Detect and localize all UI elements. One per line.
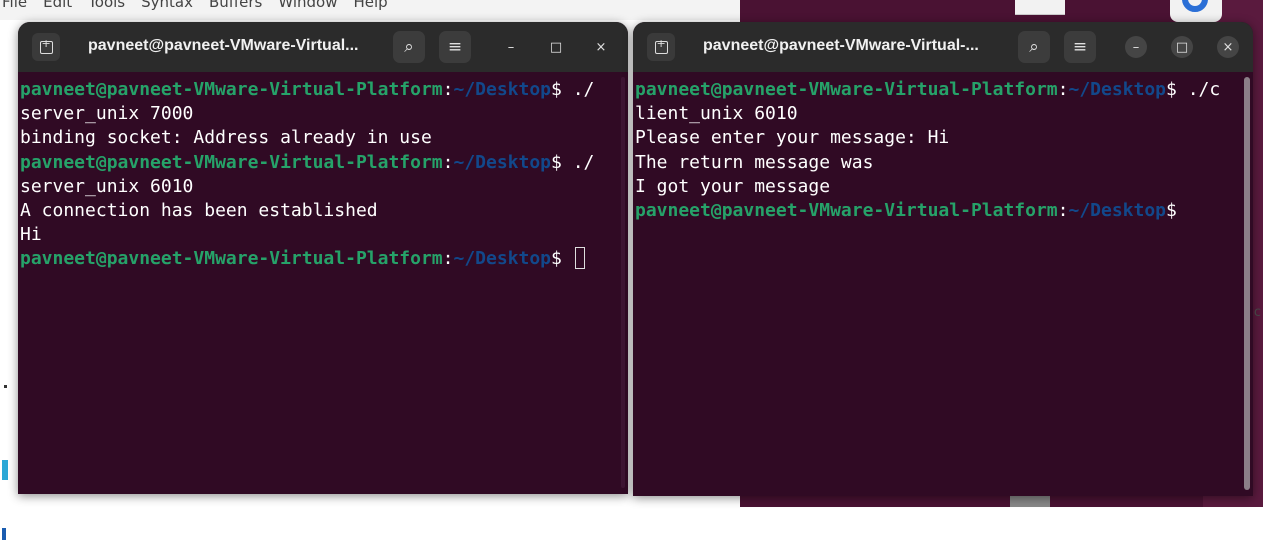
terminal-output[interactable]: pavneet@pavneet-VMware-Virtual-Platform:… bbox=[633, 72, 1241, 496]
menu-icon: ≡ bbox=[447, 37, 463, 57]
prompt-path: ~/Desktop bbox=[453, 248, 552, 270]
close-icon: × bbox=[595, 39, 607, 55]
menu-buffers[interactable]: Buffers bbox=[209, 0, 262, 10]
terminal-titlebar[interactable]: pavneet@pavneet-VMware-Virtual... ⌕ ≡ – … bbox=[18, 22, 628, 72]
background-editor-menubar: File Edit Tools Syntax Buffers Window Help bbox=[0, 0, 760, 20]
prompt-symbol: $ bbox=[1166, 199, 1177, 221]
terminal-output[interactable]: pavneet@pavneet-VMware-Virtual-Platform:… bbox=[18, 72, 616, 494]
prompt-path: ~/Desktop bbox=[453, 79, 552, 100]
output-line: Please enter your message: Hi bbox=[635, 127, 950, 149]
search-icon: ⌕ bbox=[404, 37, 414, 57]
minimize-button[interactable]: – bbox=[500, 36, 522, 58]
search-button[interactable]: ⌕ bbox=[393, 31, 425, 63]
output-line: binding socket: Address already in use bbox=[20, 127, 432, 149]
new-tab-icon bbox=[39, 37, 53, 54]
command-text bbox=[562, 248, 573, 269]
prompt-symbol: $ bbox=[551, 151, 562, 173]
prompt-separator: : bbox=[1057, 79, 1069, 100]
prompt-separator: : bbox=[442, 151, 454, 173]
command-text: ./ bbox=[561, 151, 595, 173]
menu-icon: ≡ bbox=[1072, 37, 1088, 57]
background-window-fragment bbox=[1015, 0, 1065, 15]
prompt-path: ~/Desktop bbox=[1068, 79, 1167, 100]
prompt-user: pavneet@pavneet-VMware-Virtual-Platform bbox=[20, 248, 443, 270]
prompt-line: pavneet@pavneet-VMware-Virtual-Platform:… bbox=[20, 247, 616, 271]
menu-edit[interactable]: Edit bbox=[43, 0, 72, 10]
background-app-icon bbox=[1170, 0, 1222, 22]
prompt-separator: : bbox=[442, 79, 454, 100]
output-line: lient_unix 6010 bbox=[635, 103, 798, 125]
menu-tools[interactable]: Tools bbox=[88, 0, 125, 10]
output-line: I got your message bbox=[635, 175, 831, 197]
new-tab-icon bbox=[654, 37, 668, 54]
menu-syntax[interactable]: Syntax bbox=[141, 0, 193, 10]
prompt-path: ~/Desktop bbox=[1068, 199, 1167, 221]
background-text-fragment: c bbox=[1253, 305, 1261, 320]
background-fragment bbox=[1010, 495, 1050, 507]
prompt-symbol: $ bbox=[551, 79, 562, 100]
minimize-icon: – bbox=[507, 39, 515, 55]
maximize-icon: □ bbox=[549, 39, 563, 55]
hamburger-menu-button[interactable]: ≡ bbox=[1064, 31, 1096, 63]
terminal-window-server[interactable]: pavneet@pavneet-VMware-Virtual... ⌕ ≡ – … bbox=[18, 22, 628, 494]
prompt-user: pavneet@pavneet-VMware-Virtual-Platform bbox=[635, 199, 1058, 221]
prompt-symbol: $ bbox=[551, 248, 562, 270]
scrollbar[interactable] bbox=[1244, 77, 1250, 490]
window-title: pavneet@pavneet-VMware-Virtual-... bbox=[703, 37, 979, 54]
maximize-button[interactable]: □ bbox=[1171, 36, 1193, 58]
output-line: Hi bbox=[20, 224, 42, 246]
maximize-icon: □ bbox=[1175, 39, 1189, 55]
minimize-icon: – bbox=[1132, 39, 1140, 55]
command-text: ./c bbox=[1176, 79, 1221, 100]
close-icon: × bbox=[1222, 39, 1234, 55]
prompt-path: ~/Desktop bbox=[453, 151, 552, 173]
text-cursor bbox=[574, 247, 585, 270]
menu-help[interactable]: Help bbox=[353, 0, 387, 10]
output-line: server_unix 7000 bbox=[20, 103, 194, 125]
background-left-strip bbox=[0, 40, 12, 540]
maximize-button[interactable]: □ bbox=[545, 36, 567, 58]
close-button[interactable]: × bbox=[590, 36, 612, 58]
prompt-user: pavneet@pavneet-VMware-Virtual-Platform bbox=[635, 79, 1058, 100]
prompt-line: pavneet@pavneet-VMware-Virtual-Platform:… bbox=[635, 78, 1241, 102]
prompt-symbol: $ bbox=[1166, 79, 1177, 100]
terminal-titlebar[interactable]: pavneet@pavneet-VMware-Virtual-... ⌕ ≡ –… bbox=[633, 22, 1253, 72]
prompt-separator: : bbox=[442, 248, 454, 270]
command-text: ./ bbox=[561, 79, 595, 100]
output-line: server_unix 6010 bbox=[20, 175, 194, 197]
window-title: pavneet@pavneet-VMware-Virtual... bbox=[88, 37, 359, 54]
prompt-user: pavneet@pavneet-VMware-Virtual-Platform bbox=[20, 79, 443, 100]
search-icon: ⌕ bbox=[1029, 37, 1039, 57]
terminal-window-client[interactable]: pavneet@pavneet-VMware-Virtual-... ⌕ ≡ –… bbox=[633, 22, 1253, 496]
new-tab-button[interactable] bbox=[32, 33, 60, 61]
prompt-line: pavneet@pavneet-VMware-Virtual-Platform:… bbox=[20, 151, 616, 175]
hamburger-menu-button[interactable]: ≡ bbox=[439, 31, 471, 63]
prompt-line: pavneet@pavneet-VMware-Virtual-Platform:… bbox=[635, 199, 1241, 223]
scrollbar[interactable] bbox=[621, 77, 625, 488]
menu-file[interactable]: File bbox=[2, 0, 27, 10]
menu-window[interactable]: Window bbox=[278, 0, 337, 10]
output-line: A connection has been established bbox=[20, 199, 378, 221]
output-line: The return message was bbox=[635, 151, 874, 173]
prompt-separator: : bbox=[1057, 199, 1069, 221]
prompt-user: pavneet@pavneet-VMware-Virtual-Platform bbox=[20, 151, 443, 173]
minimize-button[interactable]: – bbox=[1125, 36, 1147, 58]
prompt-line: pavneet@pavneet-VMware-Virtual-Platform:… bbox=[20, 78, 616, 102]
close-button[interactable]: × bbox=[1217, 36, 1239, 58]
new-tab-button[interactable] bbox=[647, 33, 675, 61]
search-button[interactable]: ⌕ bbox=[1018, 31, 1050, 63]
